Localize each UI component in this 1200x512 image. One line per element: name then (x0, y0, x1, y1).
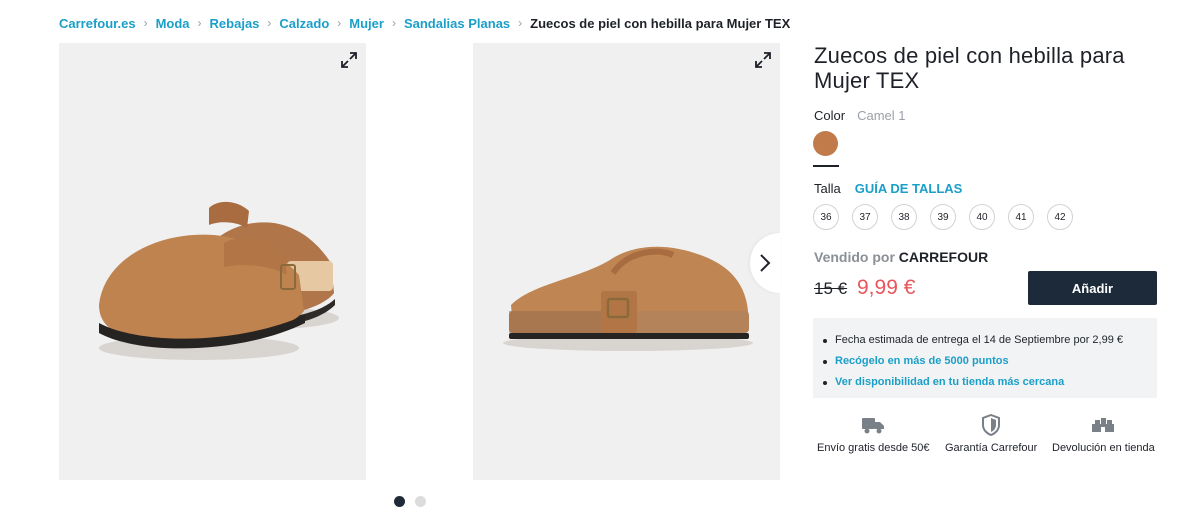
sold-by-label: Vendido por (814, 249, 895, 265)
sold-by: Vendido por CARREFOUR (814, 249, 988, 265)
color-value: Camel 1 (857, 108, 906, 123)
price-sale: 9,99 € (857, 276, 916, 299)
features-row: Envío gratis desde 50€ Garantía Carrefou… (813, 413, 1157, 463)
feature-store-returns-label: Devolución en tienda (1052, 442, 1155, 454)
delivery-estimate: Fecha estimada de entrega el 14 de Septi… (823, 330, 1147, 351)
product-image-front[interactable] (59, 43, 366, 480)
feature-warranty: Garantía Carrefour (945, 413, 1037, 454)
size-label: Talla (814, 181, 841, 196)
breadcrumb-link-sandalias[interactable]: Sandalias Planas (404, 16, 510, 31)
size-row: Talla GUÍA DE TALLAS (814, 181, 962, 196)
clogs-pair-image (99, 201, 339, 360)
breadcrumb-link-mujer[interactable]: Mujer (349, 16, 384, 31)
chevron-right-icon: › (267, 16, 272, 30)
size-button-37[interactable]: 37 (852, 204, 878, 230)
delivery-info-box: Fecha estimada de entrega el 14 de Septi… (813, 318, 1157, 398)
color-swatch-camel[interactable] (813, 131, 839, 167)
expand-icon[interactable] (755, 52, 771, 68)
clog-side-image (503, 246, 753, 351)
chevron-right-icon: › (143, 16, 148, 30)
size-options: 36 37 38 39 40 41 42 (813, 204, 1073, 230)
breadcrumb-link-rebajas[interactable]: Rebajas (210, 16, 260, 31)
breadcrumb-link-calzado[interactable]: Calzado (279, 16, 329, 31)
chevron-right-icon: › (337, 16, 342, 30)
price-original: 15 € (814, 279, 848, 298)
store-icon (1091, 413, 1115, 437)
shield-icon (981, 413, 1001, 437)
breadcrumb-link-home[interactable]: Carrefour.es (59, 16, 136, 31)
chevron-right-icon (760, 254, 771, 272)
add-to-cart-button[interactable]: Añadir (1028, 271, 1157, 305)
size-button-36[interactable]: 36 (813, 204, 839, 230)
truck-icon (861, 413, 885, 437)
product-title: Zuecos de piel con hebilla para Mujer TE… (814, 43, 1125, 93)
gallery-dot-1[interactable] (394, 496, 405, 507)
color-label: Color (814, 108, 846, 123)
size-button-40[interactable]: 40 (969, 204, 995, 230)
breadcrumb: Carrefour.es › Moda › Rebajas › Calzado … (59, 15, 790, 31)
seller-name: CARREFOUR (898, 249, 989, 265)
size-button-41[interactable]: 41 (1008, 204, 1034, 230)
breadcrumb-link-moda[interactable]: Moda (156, 16, 190, 31)
feature-free-shipping: Envío gratis desde 50€ (817, 413, 930, 454)
gallery-dot-2[interactable] (415, 496, 426, 507)
store-availability-link[interactable]: Ver disponibilidad en tu tienda más cerc… (823, 372, 1147, 393)
feature-store-returns: Devolución en tienda (1052, 413, 1155, 454)
size-guide-link[interactable]: GUÍA DE TALLAS (855, 181, 963, 196)
feature-warranty-label: Garantía Carrefour (945, 442, 1038, 454)
pickup-points-link[interactable]: Recógelo en más de 5000 puntos (823, 351, 1147, 372)
chevron-right-icon: › (518, 16, 523, 30)
product-image-side[interactable] (473, 43, 780, 480)
size-button-38[interactable]: 38 (891, 204, 917, 230)
size-button-42[interactable]: 42 (1047, 204, 1073, 230)
gallery-pagination (394, 496, 426, 507)
breadcrumb-current: Zuecos de piel con hebilla para Mujer TE… (530, 15, 791, 31)
feature-free-shipping-label: Envío gratis desde 50€ (817, 442, 930, 454)
chevron-right-icon: › (391, 16, 396, 30)
chevron-right-icon: › (197, 16, 202, 30)
size-button-39[interactable]: 39 (930, 204, 956, 230)
color-row: Color Camel 1 (814, 108, 906, 123)
expand-icon[interactable] (341, 52, 357, 68)
color-swatch-circle (813, 131, 838, 156)
